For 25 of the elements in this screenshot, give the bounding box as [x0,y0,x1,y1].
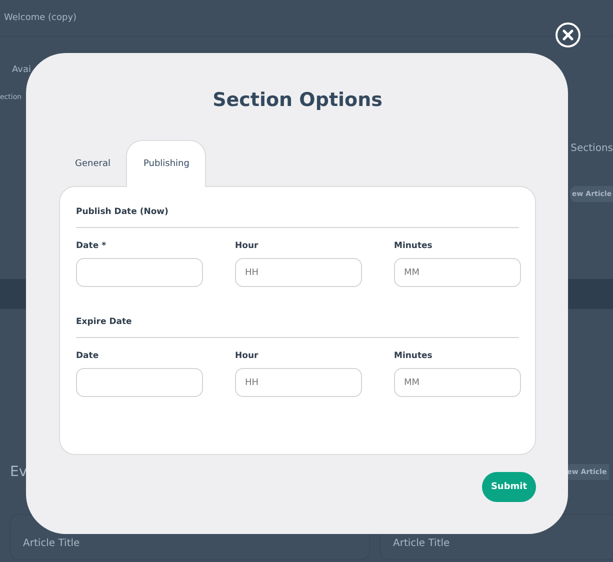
field-label: Date * [76,241,108,253]
field-label: Hour [235,241,260,253]
field-label: Hour [235,351,260,363]
input-field[interactable]: HH [235,368,362,397]
sections-heading: Sections [570,142,613,154]
submit-button[interactable]: Submit [482,472,536,502]
tab[interactable]: Publishing [126,140,206,187]
article-title: Article Title [23,537,80,549]
input-field[interactable]: HH [235,258,362,287]
section-label: Avai [12,65,31,75]
page-title: Welcome (copy) [4,13,77,23]
field-label: Date [76,351,100,363]
input-field[interactable]: MM [394,368,521,397]
group-heading: Publish Date (Now) [76,207,519,228]
close-icon[interactable] [555,22,581,48]
article-title: Article Title [393,537,450,549]
group-heading: Ev [10,464,28,480]
field-label: Minutes [394,351,434,363]
input-field[interactable] [76,368,203,397]
input-field[interactable] [76,258,203,287]
input-field[interactable]: MM [394,258,521,287]
group-heading: Expire Date [76,317,519,338]
field-label: Minutes [394,241,434,253]
modal-title: Section Options [212,88,384,113]
tab[interactable]: General [59,140,126,187]
